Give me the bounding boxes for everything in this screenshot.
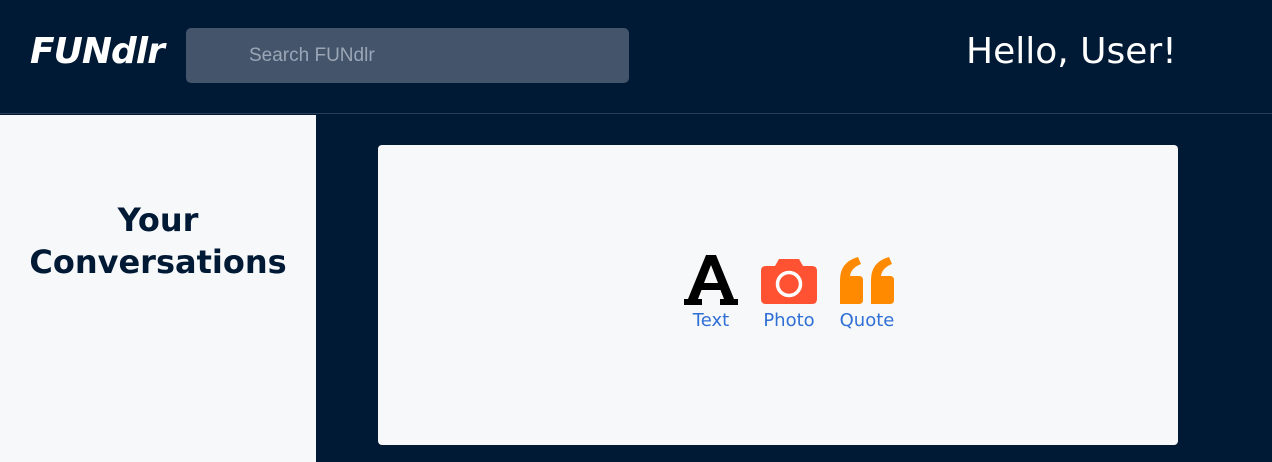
text-post-button[interactable]: Text (672, 253, 750, 333)
main-content: Text Photo Quote (316, 115, 1272, 462)
greeting: Hello, User! (966, 31, 1177, 72)
search-input[interactable] (186, 28, 629, 83)
top-header: FUNdlr Hello, User! (0, 0, 1272, 114)
photo-post-button[interactable]: Photo (750, 253, 828, 333)
post-composer-card: Text Photo Quote (378, 145, 1178, 445)
sidebar-title: Your Conversations (29, 201, 287, 281)
quote-icon (837, 253, 897, 307)
quote-post-button[interactable]: Quote (828, 253, 906, 333)
quote-post-label: Quote (839, 310, 895, 331)
camera-icon (759, 253, 819, 307)
text-post-label: Text (692, 310, 730, 331)
text-icon (681, 253, 741, 307)
sidebar: Your Conversations (0, 115, 316, 462)
post-type-options: Text Photo Quote (672, 253, 906, 333)
photo-post-label: Photo (763, 310, 815, 331)
logo[interactable]: FUNdlr (30, 30, 165, 74)
